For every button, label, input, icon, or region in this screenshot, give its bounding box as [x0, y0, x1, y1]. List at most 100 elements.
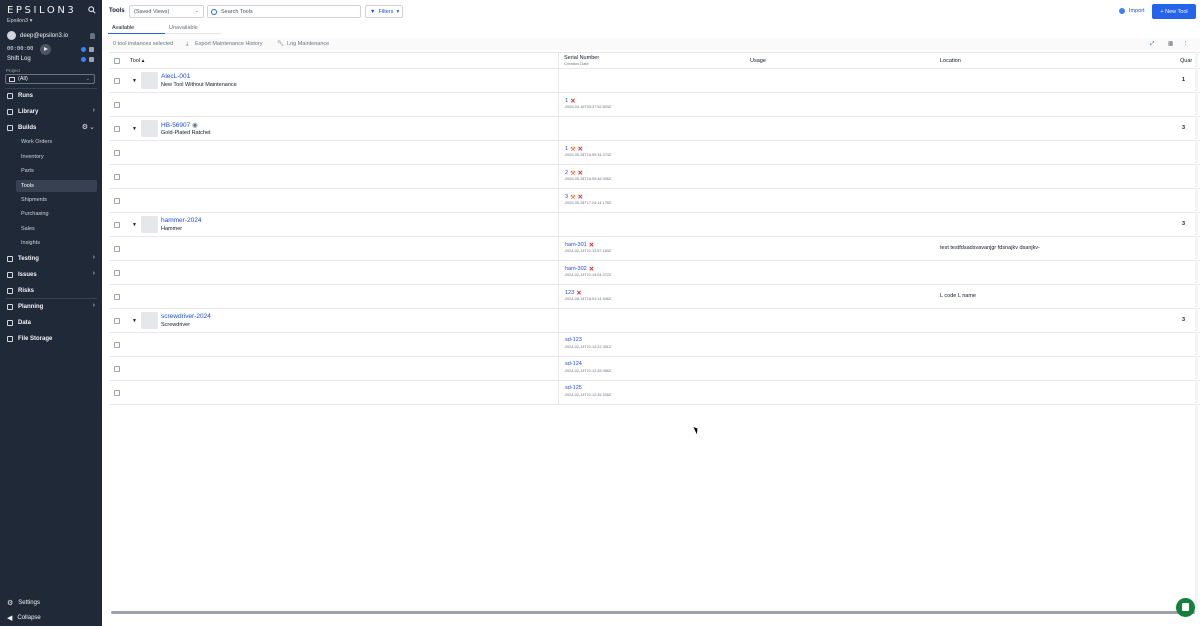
serial-number[interactable]: sd-124: [565, 361, 582, 367]
more-options-icon[interactable]: ⋮: [1183, 41, 1189, 47]
chat-support-icon[interactable]: [1176, 598, 1195, 617]
tool-group-row[interactable]: ▼ screwdriver-2024 Screwdriver 3: [109, 309, 1200, 333]
nav-risks[interactable]: Risks: [0, 284, 102, 297]
tool-name-link[interactable]: AlecL-001: [161, 73, 190, 80]
gear-icon[interactable]: ⚙: [82, 123, 88, 131]
tool-instance-row[interactable]: ham-301 ✕ 2024-02-13T21:12:57.183Z test t…: [109, 237, 1200, 261]
column-header-usage[interactable]: Usage: [750, 58, 766, 64]
row-checkbox[interactable]: [114, 78, 120, 84]
serial-number[interactable]: ham-302 ✕: [565, 265, 594, 273]
shift-log-label[interactable]: Shift Log: [7, 56, 31, 62]
vertical-scrollbar[interactable]: [1195, 52, 1198, 612]
serial-link[interactable]: 1: [565, 98, 568, 104]
row-checkbox[interactable]: [114, 198, 120, 204]
serial-link[interactable]: 1: [565, 146, 568, 152]
select-all-checkbox[interactable]: [114, 58, 120, 64]
tool-group-row[interactable]: ▼ AlecL-001 New Tool Without Maintenance…: [109, 69, 1200, 93]
tool-instance-row[interactable]: 2 ⚒ ✕ 2025-05-28T16:59:48.306Z: [109, 165, 1200, 189]
nav-file-storage[interactable]: File Storage: [0, 332, 102, 345]
serial-link[interactable]: 123: [565, 290, 574, 296]
sidebar-item-sales[interactable]: Sales: [16, 223, 97, 235]
column-header-serial[interactable]: Serial Number Creation Date: [564, 55, 599, 66]
tool-instance-row[interactable]: 123 ✕ 2024-08-14T18:51:14.546Z L code L n…: [109, 285, 1200, 309]
serial-number[interactable]: 1 ⚒ ✕: [565, 145, 583, 153]
tool-instance-row[interactable]: sd-123 2024-02-13T21:12:22.391Z: [109, 333, 1200, 357]
caret-down-icon[interactable]: ▼: [132, 318, 137, 324]
nav-testing[interactable]: Testing ›: [0, 252, 102, 265]
row-checkbox[interactable]: [114, 246, 120, 252]
row-checkbox[interactable]: [114, 150, 120, 156]
nav-collapse[interactable]: ◀ Collapse: [0, 611, 102, 624]
log-maintenance-button[interactable]: Log Maintenance: [287, 41, 329, 47]
tool-instance-row[interactable]: sd-124 2024-02-13T21:12:28.086Z: [109, 357, 1200, 381]
serial-number[interactable]: 2 ⚒ ✕: [565, 169, 583, 177]
columns-icon[interactable]: ▥: [1168, 41, 1173, 47]
notification-bell-icon[interactable]: [90, 33, 95, 39]
serial-number[interactable]: ham-301 ✕: [565, 241, 594, 249]
nav-builds[interactable]: Builds ⚙ ⌄: [0, 121, 102, 134]
horizontal-scrollbar[interactable]: [111, 611, 1195, 614]
tool-name-link[interactable]: hammer-2024: [161, 217, 201, 224]
serial-number[interactable]: 3 ⚒ ✕: [565, 193, 583, 201]
serial-link[interactable]: 3: [565, 194, 568, 200]
user-menu[interactable]: deep@epsilon3.io: [7, 31, 68, 40]
row-checkbox[interactable]: [114, 222, 120, 228]
tool-name[interactable]: HB-56907: [161, 122, 190, 129]
caret-down-icon[interactable]: ▼: [132, 222, 137, 228]
filters-button[interactable]: ▼ Filters ▾: [365, 5, 403, 18]
saved-views-select[interactable]: (Saved Views) ⌄: [129, 5, 204, 18]
row-checkbox[interactable]: [114, 270, 120, 276]
search-icon[interactable]: [88, 6, 96, 14]
nav-runs[interactable]: Runs: [0, 89, 102, 102]
serial-link[interactable]: ham-302: [565, 266, 587, 272]
workspace-selector[interactable]: Epsilon3 ▾: [7, 18, 32, 24]
tool-instance-row[interactable]: sd-125 2024-02-13T21:12:35.535Z: [109, 381, 1200, 405]
serial-link[interactable]: ham-301: [565, 242, 587, 248]
nav-planning[interactable]: Planning ›: [0, 300, 102, 313]
tab-unavailable[interactable]: Unavailable: [165, 24, 222, 34]
serial-number[interactable]: 123 ✕: [565, 289, 582, 297]
tool-group-row[interactable]: ▼ hammer-2024 Hammer 3: [109, 213, 1200, 237]
serial-link[interactable]: 2: [565, 170, 568, 176]
project-select[interactable]: (All) ⌄: [5, 74, 95, 84]
row-checkbox[interactable]: [114, 390, 120, 396]
row-checkbox[interactable]: [114, 174, 120, 180]
sidebar-item-parts[interactable]: Parts: [16, 165, 97, 177]
nav-issues[interactable]: Issues ›: [0, 268, 102, 281]
tool-instance-row[interactable]: 3 ⚒ ✕ 2025-05-28T17:24:14.178Z: [109, 189, 1200, 213]
row-checkbox[interactable]: [114, 102, 120, 108]
tool-instance-row[interactable]: 1 ⚒ ✕ 2025-05-28T16:59:34.374Z: [109, 141, 1200, 165]
sidebar-item-insights[interactable]: Insights: [16, 237, 97, 249]
export-maintenance-button[interactable]: Export Maintenance History: [195, 41, 263, 47]
row-checkbox[interactable]: [114, 366, 120, 372]
row-checkbox[interactable]: [114, 294, 120, 300]
serial-number[interactable]: sd-123: [565, 337, 582, 343]
search-input[interactable]: Search Tools: [207, 5, 361, 18]
column-header-tool[interactable]: Tool ▴: [130, 58, 144, 64]
serial-number[interactable]: sd-125: [565, 385, 582, 391]
sidebar-item-tools[interactable]: Tools: [16, 180, 97, 192]
tab-available[interactable]: Available: [108, 24, 165, 34]
row-checkbox[interactable]: [114, 126, 120, 132]
nav-library[interactable]: Library ›: [0, 105, 102, 118]
tool-instance-row[interactable]: 1 ✕ 2025-04-16T03:37:52.803Z: [109, 93, 1200, 117]
new-tool-button[interactable]: + New Tool: [1152, 4, 1196, 19]
sidebar-item-purchasing[interactable]: Purchasing: [16, 208, 97, 220]
column-header-quantity[interactable]: Quar: [1180, 58, 1192, 64]
sidebar-item-work-orders[interactable]: Work Orders: [16, 136, 97, 148]
tool-instance-row[interactable]: ham-302 ✕ 2024-02-13T21:13:04.372Z: [109, 261, 1200, 285]
serial-number[interactable]: 1 ✕: [565, 97, 576, 105]
panel-icon[interactable]: [89, 47, 94, 52]
row-checkbox[interactable]: [114, 318, 120, 324]
nav-data[interactable]: Data: [0, 316, 102, 329]
document-icon[interactable]: [89, 57, 94, 62]
caret-down-icon[interactable]: ▼: [132, 126, 137, 132]
sidebar-item-inventory[interactable]: Inventory: [16, 151, 97, 163]
import-button[interactable]: Import: [1119, 8, 1145, 14]
expand-icon[interactable]: ⤢: [1150, 41, 1154, 48]
tool-name-link[interactable]: screwdriver-2024: [161, 313, 211, 320]
row-checkbox[interactable]: [114, 342, 120, 348]
sidebar-item-shipments[interactable]: Shipments: [16, 194, 97, 206]
tool-name-link[interactable]: HB-56907 ◉: [161, 121, 198, 129]
tool-group-row[interactable]: ▼ HB-56907 ◉ Gold-Plated Ratchet 3: [109, 117, 1200, 141]
